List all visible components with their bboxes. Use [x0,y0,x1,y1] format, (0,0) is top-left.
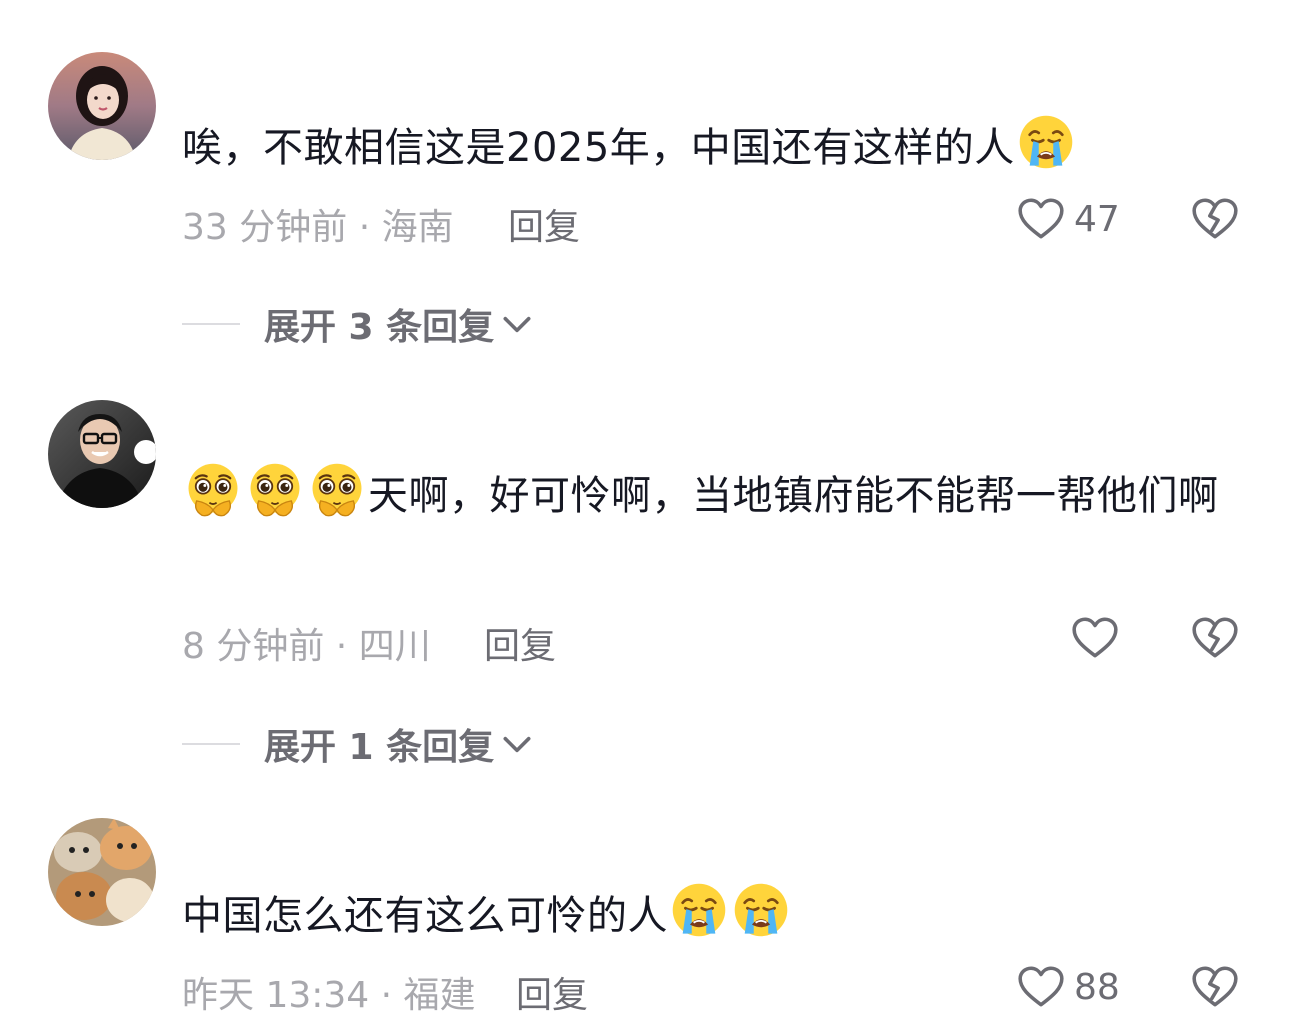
comment-time: 33 分钟前 [182,207,348,248]
comment-time: 8 分钟前 [182,626,325,667]
dislike-button[interactable] [1190,962,1240,1016]
avatar[interactable] [48,400,156,508]
meta-separator: · [369,975,404,1016]
expand-replies-label: 展开 1 条回复 [264,727,495,768]
dislike-button[interactable] [1190,613,1240,667]
loudly-crying-face-icon [1017,113,1075,171]
comment-meta: 33 分钟前 · 海南 [182,198,454,250]
heart-outline-icon [1016,194,1066,244]
expand-replies-button[interactable]: 展开 3 条回复 [182,298,534,350]
pleading-hands-face-icon [308,461,366,519]
heart-outline-icon [1070,613,1120,663]
meta-separator: · [324,626,359,667]
chevron-down-icon [500,727,534,761]
reply-button[interactable]: 回复 [516,966,588,1018]
like-count: 88 [1074,966,1120,1008]
broken-heart-icon [1190,613,1240,663]
loudly-crying-face-icon [732,881,790,939]
expand-replies-button[interactable]: 展开 1 条回复 [182,718,534,770]
divider-line [182,323,240,325]
like-button[interactable]: 47 [1016,194,1120,244]
chevron-down-icon [500,307,534,341]
comment-meta: 8 分钟前 · 四川 [182,617,431,669]
divider-line [182,743,240,745]
like-button[interactable] [1070,613,1128,663]
comment-text: 唉，不敢相信这是2025年，中国还有这样的人 [182,112,1242,184]
loudly-crying-face-icon [670,881,728,939]
comment-text-content: 唉，不敢相信这是2025年，中国还有这样的人 [182,125,1015,171]
comment-location: 福建 [403,975,476,1016]
avatar[interactable] [48,818,156,926]
comment-location: 海南 [381,207,454,248]
pleading-hands-face-icon [246,461,304,519]
comment-meta: 昨天 13:34 · 福建 [182,966,476,1018]
heart-outline-icon [1016,962,1066,1012]
reply-button[interactable]: 回复 [484,617,556,669]
avatar[interactable] [48,52,156,160]
comment-text-content: 天啊，好可怜啊，当地镇府能不能帮一帮他们啊 [368,473,1219,519]
comment-text: 天啊，好可怜啊，当地镇府能不能帮一帮他们啊 [182,460,1242,532]
broken-heart-icon [1190,962,1240,1012]
like-count: 47 [1074,198,1120,240]
comment-text-content: 中国怎么还有这么可怜的人 [182,893,668,939]
like-button[interactable]: 88 [1016,962,1120,1012]
comment-location: 四川 [358,626,431,667]
meta-separator: · [347,207,382,248]
dislike-button[interactable] [1190,194,1240,248]
pleading-hands-face-icon [184,461,242,519]
expand-replies-label: 展开 3 条回复 [264,307,495,348]
comment-text: 中国怎么还有这么可怜的人 [182,880,1242,952]
reply-button[interactable]: 回复 [508,198,580,250]
broken-heart-icon [1190,194,1240,244]
comment-time: 昨天 13:34 [182,975,370,1016]
